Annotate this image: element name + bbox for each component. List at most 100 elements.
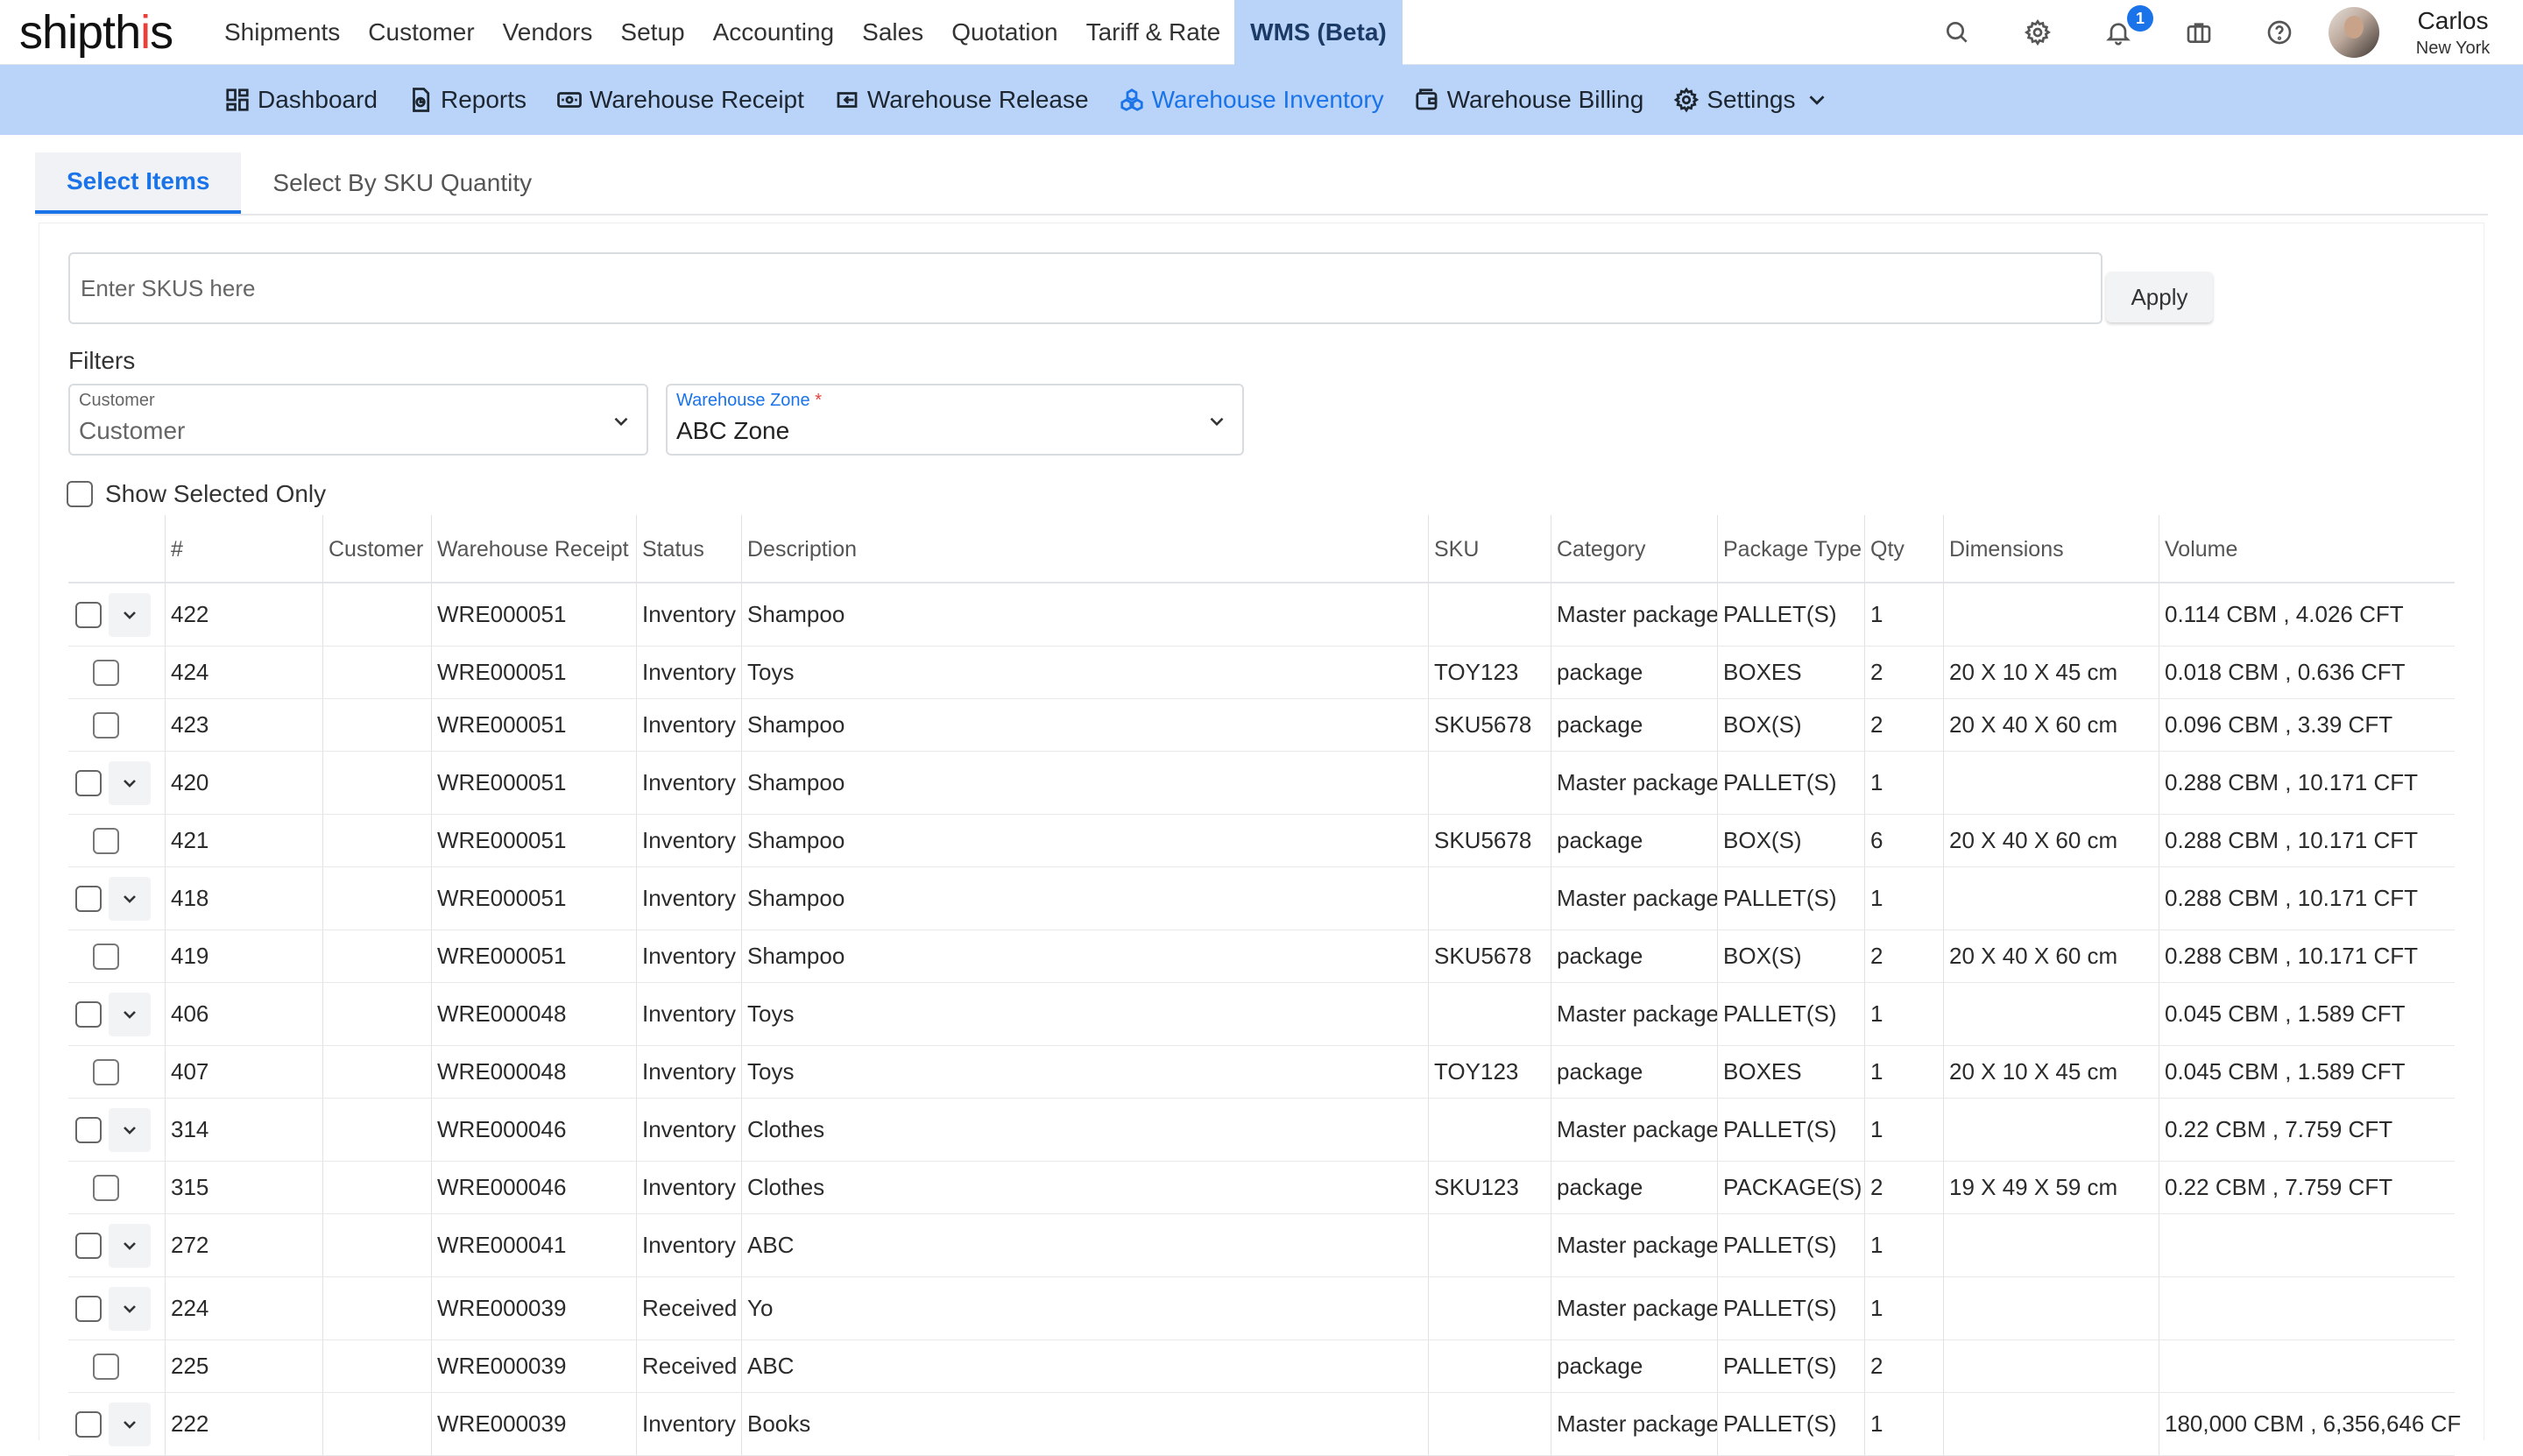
notifications-button[interactable]: 1 [2078, 0, 2159, 65]
cell-sku [1428, 1340, 1551, 1392]
cell-dimensions: 20 X 10 X 45 cm [1943, 647, 2159, 698]
show-selected-only-toggle[interactable]: Show Selected Only [67, 480, 326, 508]
cell-description: Clothes [741, 1162, 1428, 1213]
user-menu[interactable]: Carlos New York [2400, 7, 2505, 59]
row-checkbox[interactable] [93, 827, 119, 854]
expand-row-button[interactable] [109, 760, 151, 805]
cell-customer [322, 1099, 431, 1161]
table-row-child[interactable]: 407 WRE000048 Inventory Toys TOY123 package BO… [68, 1046, 2455, 1099]
main-nav-accounting[interactable]: Accounting [699, 0, 849, 65]
table-row-master[interactable]: 314 WRE000046 Inventory Clothes Master packa… [68, 1099, 2455, 1162]
sub-nav-warehouse-inventory[interactable]: Warehouse Inventory [1119, 86, 1384, 114]
row-checkbox[interactable] [93, 943, 119, 970]
cell-warehouse-receipt: WRE000039 [431, 1393, 636, 1455]
search-button[interactable] [1917, 0, 1997, 65]
col-warehouse-receipt[interactable]: Warehouse Receipt [431, 515, 636, 583]
notification-count-badge: 1 [2127, 5, 2153, 32]
table-row-child[interactable]: 423 WRE000051 Inventory Shampoo SKU5678 packa… [68, 699, 2455, 752]
cell-status: Inventory [636, 867, 741, 929]
row-checkbox[interactable] [93, 1174, 119, 1201]
expand-row-button[interactable] [109, 1286, 151, 1331]
main-nav-quotation[interactable]: Quotation [937, 0, 1071, 65]
sub-nav-reports[interactable]: Reports [407, 86, 527, 114]
row-checkbox[interactable] [93, 659, 119, 686]
table-row-master[interactable]: 418 WRE000051 Inventory Shampoo Master packa… [68, 867, 2455, 930]
expand-row-button[interactable] [109, 592, 151, 637]
row-checkbox[interactable] [93, 711, 119, 739]
show-selected-only-checkbox[interactable] [67, 481, 93, 507]
table-row-master[interactable]: 272 WRE000041 Inventory ABC Master package PA… [68, 1214, 2455, 1277]
sub-nav-warehouse-billing[interactable]: Warehouse Billing [1414, 86, 1643, 114]
sub-nav-warehouse-receipt[interactable]: Warehouse Receipt [556, 86, 804, 114]
row-checkbox[interactable] [93, 1353, 119, 1380]
main-nav-customer[interactable]: Customer [354, 0, 488, 65]
table-row-child[interactable]: 315 WRE000046 Inventory Clothes SKU123 packag… [68, 1162, 2455, 1214]
cell-select [68, 1162, 165, 1213]
expand-row-button[interactable] [109, 992, 151, 1036]
main-nav-setup[interactable]: Setup [606, 0, 698, 65]
apply-button[interactable]: Apply [2106, 272, 2213, 322]
row-checkbox[interactable] [75, 601, 102, 628]
warehouse-zone-select[interactable]: Warehouse Zone * ABC Zone [666, 384, 1244, 456]
row-checkbox[interactable] [75, 1000, 102, 1028]
table-row-child[interactable]: 424 WRE000051 Inventory Toys TOY123 package BO… [68, 647, 2455, 699]
tab-select-by-sku-quantity[interactable]: Select By SKU Quantity [241, 152, 563, 214]
main-nav-shipments[interactable]: Shipments [210, 0, 354, 65]
col-description[interactable]: Description [741, 515, 1428, 583]
expand-row-button[interactable] [109, 1402, 151, 1446]
expand-row-button[interactable] [109, 1223, 151, 1268]
table-row-master[interactable]: 222 WRE000039 Inventory Books Master package… [68, 1393, 2461, 1456]
col-category[interactable]: Category [1551, 515, 1717, 583]
cell-sku [1428, 1277, 1551, 1339]
cell-qty: 1 [1864, 867, 1943, 929]
cell-select [68, 930, 165, 982]
chevron-down-icon [124, 1126, 136, 1134]
cell-description: Toys [741, 983, 1428, 1045]
table-row-child[interactable]: 225 WRE000039 Received ABC package PALLET(S) 2 [68, 1340, 2455, 1393]
main-nav-sales[interactable]: Sales [848, 0, 937, 65]
col-customer[interactable]: Customer [322, 515, 431, 583]
search-icon [1947, 22, 1968, 43]
table-row-master[interactable]: 406 WRE000048 Inventory Toys Master package P… [68, 983, 2455, 1046]
expand-row-button[interactable] [109, 876, 151, 921]
cell-customer [322, 699, 431, 751]
row-checkbox[interactable] [93, 1058, 119, 1085]
main-nav-tariff-rate[interactable]: Tariff & Rate [1072, 0, 1235, 65]
row-checkbox[interactable] [75, 1410, 102, 1438]
col-qty[interactable]: Qty [1864, 515, 1943, 583]
col-dimensions[interactable]: Dimensions [1943, 515, 2159, 583]
warehouse-zone-label: Warehouse Zone * [676, 391, 822, 411]
sub-nav-label: Reports [440, 86, 527, 113]
col-number[interactable]: # [165, 515, 322, 583]
brand-logo[interactable]: shipthis [19, 0, 173, 65]
sku-input[interactable] [68, 252, 2102, 324]
user-avatar[interactable] [2329, 7, 2379, 58]
sub-nav-warehouse-release[interactable]: Warehouse Release [834, 86, 1089, 114]
row-checkbox[interactable] [75, 885, 102, 912]
settings-button[interactable] [1997, 0, 2078, 65]
row-checkbox[interactable] [75, 1295, 102, 1322]
table-row-child[interactable]: 421 WRE000051 Inventory Shampoo SKU5678 packa… [68, 815, 2455, 867]
sub-nav-settings[interactable]: Settings [1673, 86, 1837, 114]
main-nav-vendors[interactable]: Vendors [489, 0, 607, 65]
col-volume[interactable]: Volume [2159, 515, 2455, 583]
cell-warehouse-receipt: WRE000051 [431, 699, 636, 751]
col-status[interactable]: Status [636, 515, 741, 583]
col-sku[interactable]: SKU [1428, 515, 1551, 583]
apps-button[interactable] [2159, 0, 2239, 65]
cell-dimensions [1943, 983, 2159, 1045]
help-button[interactable] [2239, 0, 2320, 65]
table-row-master[interactable]: 224 WRE000039 Received Yo Master package PALL… [68, 1277, 2455, 1340]
col-package-type[interactable]: Package Type [1717, 515, 1864, 583]
customer-select[interactable]: Customer Customer [68, 384, 648, 456]
row-checkbox[interactable] [75, 769, 102, 796]
expand-row-button[interactable] [109, 1107, 151, 1152]
main-nav-wms[interactable]: WMS (Beta) [1234, 0, 1403, 65]
sub-nav-dashboard[interactable]: Dashboard [224, 86, 378, 114]
table-row-child[interactable]: 419 WRE000051 Inventory Shampoo SKU5678 packa… [68, 930, 2455, 983]
tab-select-items[interactable]: Select Items [35, 152, 242, 214]
row-checkbox[interactable] [75, 1232, 102, 1259]
table-row-master[interactable]: 420 WRE000051 Inventory Shampoo Master packa… [68, 752, 2455, 815]
row-checkbox[interactable] [75, 1116, 102, 1143]
table-row-master[interactable]: 422 WRE000051 Inventory Shampoo Master packa… [68, 583, 2455, 647]
